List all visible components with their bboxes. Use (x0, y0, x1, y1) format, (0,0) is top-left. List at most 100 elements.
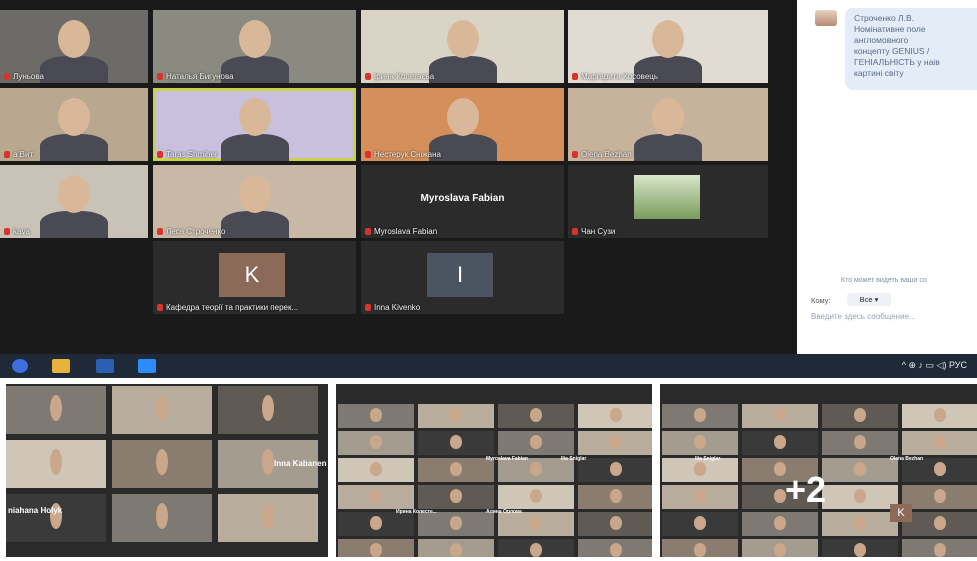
participant-tile[interactable]: Луньова (0, 10, 148, 83)
participant-tile[interactable]: а Вит (0, 88, 148, 161)
mini-participant-face (694, 489, 706, 503)
participant-name-text: Olena Bezhan (581, 150, 632, 159)
mini-participant-tile (742, 512, 818, 536)
mini-participant-face (370, 435, 382, 449)
mini-participant-tile (418, 539, 494, 557)
mini-participant-tile (578, 431, 652, 455)
mini-participant-face (370, 462, 382, 476)
mini-participant-face (450, 543, 462, 557)
mini-participant-face (694, 462, 706, 476)
chat-visibility-note[interactable]: Кто может видеть ваши со (841, 277, 927, 284)
chat-to-label: Кому: (811, 296, 831, 305)
participant-name-text: Кафедра теорії та практики перек... (166, 303, 299, 312)
mini-participant-tile (742, 431, 818, 455)
participant-face (652, 98, 684, 136)
mini-participant-tile (902, 404, 977, 428)
mini-participant-tile (662, 485, 738, 509)
participant-name-text: Луньова (13, 72, 44, 81)
participant-profile-photo (634, 175, 700, 219)
participant-name-text: Леся Строченко (166, 227, 226, 236)
file-explorer-icon[interactable] (52, 359, 70, 373)
mini-participant-tile (578, 458, 652, 482)
system-tray[interactable]: ^ ⊕ ♪ ▭ ◁) РУС (902, 360, 967, 371)
participant-tile[interactable]: Myroslava Fabian Myroslava Fabian (361, 165, 564, 238)
participant-face (238, 175, 271, 213)
mini-participant-face (370, 516, 382, 530)
mini-participant-face (934, 489, 946, 503)
participant-name: а Вит (4, 150, 33, 159)
screenshot-middle: Myroslava Fabian Ilia Sniglar Ирина Коле… (336, 384, 652, 557)
participant-avatar-letter: I (427, 253, 493, 297)
mini-participant-tile (822, 539, 898, 557)
participant-name: Маргарита Косовець (572, 72, 658, 81)
mini-participant-face (610, 516, 622, 530)
participant-body (40, 211, 108, 238)
participant-name-text: Наталья Бигунова (166, 72, 234, 81)
participant-tile[interactable]: K Кафедра теорії та практики перек... (153, 241, 356, 314)
participant-name-text: Нестерук Сніжана (374, 150, 441, 159)
participant-tile[interactable]: Наталья Бигунова (153, 10, 356, 83)
mini-participant-face (262, 448, 274, 476)
screenshot-left: Inna Kabanen niahana Holyk (6, 384, 328, 557)
participant-avatar-letter: K (219, 253, 285, 297)
mic-muted-icon (572, 228, 578, 235)
mini-participant-face (262, 502, 274, 530)
mini-participant-face (934, 408, 946, 422)
chat-input[interactable]: Введите здесь сообщение... (811, 312, 916, 321)
mini-participant-face (450, 489, 462, 503)
participant-tile[interactable]: kava (0, 165, 148, 238)
participant-tile[interactable]: Маргарита Косовець (568, 10, 768, 83)
participant-name: Ирина Колесте... (396, 509, 437, 515)
participant-body (220, 211, 289, 238)
participant-name: Myroslava Fabian (365, 227, 437, 236)
mini-participant-face (934, 462, 946, 476)
participant-name: Taras Shmiher (157, 150, 218, 159)
chat-recipient-value: Все (859, 295, 873, 304)
mini-participant-tile (498, 485, 574, 509)
mini-participant-face (530, 543, 542, 557)
participant-tile[interactable]: Olena Bezhan (568, 88, 768, 161)
mini-participant-face (450, 408, 462, 422)
mini-participant-tile (338, 539, 414, 557)
mini-participant-face (694, 435, 706, 449)
mini-participant-tile (578, 539, 652, 557)
mini-participant-face (370, 489, 382, 503)
participant-tile[interactable]: I Inna Kivenko (361, 241, 564, 314)
mini-participant-face (530, 408, 542, 422)
mini-participant-face (450, 462, 462, 476)
mini-participant-tile (218, 386, 318, 434)
mini-participant-tile (418, 485, 494, 509)
participant-face (446, 98, 479, 136)
participant-name-large: Myroslava Fabian (420, 193, 505, 204)
mic-muted-icon (365, 228, 371, 235)
participant-name: Inna Kivenko (365, 303, 420, 312)
mini-participant-face (934, 435, 946, 449)
participant-tile[interactable]: Чан Сузи (568, 165, 768, 238)
chrome-icon[interactable] (12, 359, 28, 373)
participant-name: Алина Орлова (486, 509, 522, 515)
mini-participant-tile (498, 512, 574, 536)
chat-recipient-select[interactable]: Все ▾ (847, 293, 891, 306)
mini-participant-tile (418, 512, 494, 536)
sender-avatar (815, 10, 837, 26)
participant-name: Кафедра теорії та практики перек... (157, 303, 298, 312)
participant-tile[interactable]: Taras Shmiher (153, 88, 356, 161)
mini-participant-face (854, 462, 866, 476)
mini-participant-face (610, 462, 622, 476)
mini-participant-face (610, 408, 622, 422)
zoom-app-icon[interactable] (138, 359, 156, 373)
mic-muted-icon (572, 151, 578, 158)
mini-participant-tile (498, 539, 574, 557)
participant-tile[interactable]: Нестерук Сніжана (361, 88, 564, 161)
participant-name: Ilia Sniglar (561, 456, 587, 462)
participant-tile[interactable]: Леся Строченко (153, 165, 356, 238)
mini-participant-tile (112, 494, 212, 542)
mini-participant-face (370, 408, 382, 422)
participant-name-text: Myroslava Fabian (374, 227, 438, 236)
participant-tile[interactable]: Ірина Колегаєва (361, 10, 564, 83)
word-icon[interactable] (96, 359, 114, 373)
mini-participant-face (854, 543, 866, 557)
more-participants-badge[interactable]: +2 (785, 469, 826, 511)
mini-participant-face (610, 543, 622, 557)
mini-participant-face (450, 516, 462, 530)
